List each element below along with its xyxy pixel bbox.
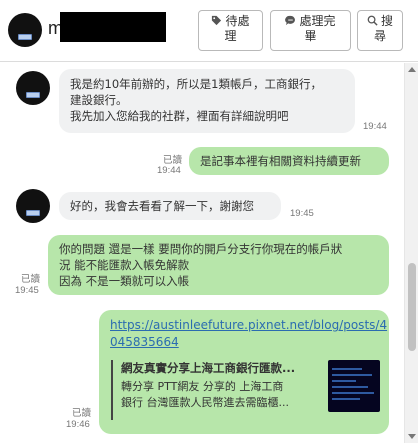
message-text: 我是約10年前辦的，所以是1類帳戶，工商銀行，: [70, 77, 322, 91]
scroll-up-arrow-icon[interactable]: [408, 67, 416, 72]
link-preview-description: 轉分享 PTT網友 分享的 上海工商 銀行 台灣匯款人民幣進去需臨櫃...: [121, 379, 326, 411]
search-label-1: 搜: [380, 14, 393, 28]
chat-message-area[interactable]: 我是約10年前辦的，所以是1類帳戶，工商銀行， 建設銀行。 我先加入您給我的社群…: [0, 63, 418, 443]
chat-scrollbar[interactable]: [404, 63, 418, 443]
message-time: 19:45: [15, 285, 39, 296]
done-button[interactable]: 處理完 畢: [270, 10, 351, 51]
link-preview-title: 網友真實分享上海工商銀行匯款...: [121, 361, 296, 375]
done-label-1: 處理完: [299, 14, 336, 28]
message-text: 況 能不能匯款入帳免解款: [59, 258, 190, 272]
done-label-2: 畢: [304, 29, 317, 43]
tag-icon: [212, 15, 222, 26]
message-text: 建設銀行。: [70, 93, 128, 107]
pending-label-2: 理: [224, 29, 237, 43]
avatar-glasses-icon: [18, 34, 32, 40]
message-text: 我先加入您給我的社群，裡面有詳細說明吧: [70, 109, 289, 123]
link-preview-card[interactable]: 網友真實分享上海工商銀行匯款... 轉分享 PTT網友 分享的 上海工商 銀行 …: [111, 360, 380, 420]
link-preview-thumbnail: [328, 360, 380, 412]
sender-avatar[interactable]: [16, 71, 50, 105]
sender-avatar[interactable]: [16, 189, 50, 223]
message-link[interactable]: https://austinleefuture.pixnet.net/blog/…: [110, 317, 387, 351]
pending-button[interactable]: 待處 理: [198, 10, 263, 51]
redacted-name-block: [60, 12, 166, 42]
preview-desc-line: 轉分享 PTT網友 分享的 上海工商: [121, 380, 284, 393]
search-label-2: 尋: [373, 29, 386, 43]
message-text: 好的，我會去看看了解一下，謝謝您: [70, 199, 254, 213]
incoming-message[interactable]: 我是約10年前辦的，所以是1類帳戶，工商銀行， 建設銀行。 我先加入您給我的社群…: [59, 69, 355, 133]
message-text: 因為 不是一類就可以入帳: [59, 274, 190, 288]
search-icon: [367, 15, 378, 26]
message-time: 19:44: [157, 165, 181, 176]
incoming-message[interactable]: 好的，我會去看看了解一下，謝謝您: [59, 192, 281, 220]
read-receipt: 已讀: [72, 408, 92, 419]
link-text: https://austinleefuture.pixnet.net/blog/…: [110, 318, 388, 332]
chat-header: m 待處 理 處理完 畢 搜 尋: [0, 0, 418, 62]
contact-avatar[interactable]: [8, 13, 42, 47]
scrollbar-thumb[interactable]: [408, 263, 416, 351]
avatar-glasses-icon: [26, 210, 40, 216]
message-time: 19:44: [363, 121, 387, 132]
outgoing-message[interactable]: 是記事本裡有相關資料持續更新: [189, 147, 389, 175]
outgoing-link-message[interactable]: https://austinleefuture.pixnet.net/blog/…: [99, 310, 389, 434]
message-time: 19:45: [290, 208, 314, 219]
read-receipt: 已讀: [163, 155, 183, 166]
outgoing-message[interactable]: 你的問題 還是一樣 要問你的開戶分支行你現在的帳戶狀 況 能不能匯款入帳免解款 …: [48, 235, 389, 295]
message-text: 你的問題 還是一樣 要問你的開戶分支行你現在的帳戶狀: [59, 242, 343, 256]
link-text: 045835664: [110, 335, 179, 349]
scroll-down-arrow-icon[interactable]: [408, 434, 416, 439]
message-time: 19:46: [66, 419, 90, 430]
message-text: 是記事本裡有相關資料持續更新: [200, 154, 361, 168]
read-receipt: 已讀: [21, 274, 41, 285]
avatar-glasses-icon: [26, 92, 40, 98]
preview-desc-line: 銀行 台灣匯款人民幣進去需臨櫃...: [121, 396, 289, 409]
pending-label-1: 待處: [225, 14, 250, 28]
search-button[interactable]: 搜 尋: [357, 10, 403, 51]
chat-bubble-icon: [285, 15, 296, 26]
